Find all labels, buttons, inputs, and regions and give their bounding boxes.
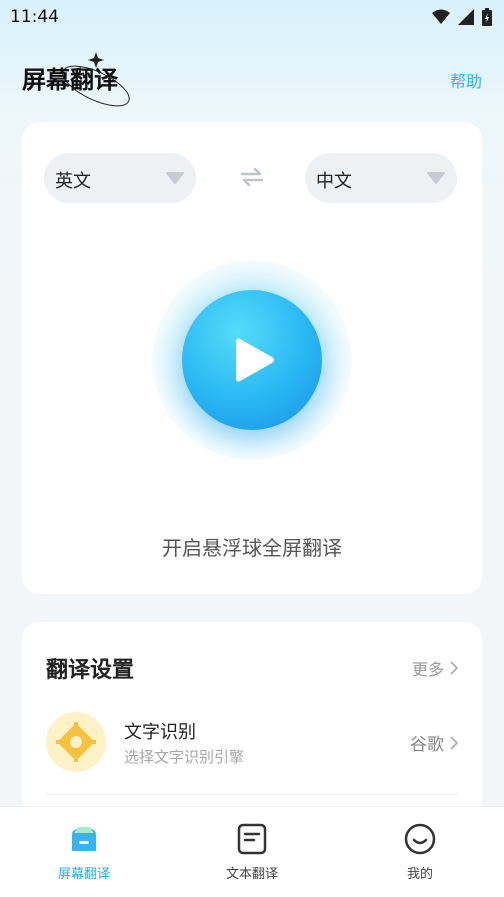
dropdown-caret-icon — [166, 172, 184, 184]
source-language-label: 英文 — [55, 171, 91, 192]
nav-label: 屏幕翻译 — [57, 867, 110, 882]
play-caption: 开启悬浮球全屏翻译 — [162, 536, 342, 560]
nav-text-translate[interactable]: 文本翻译 — [192, 823, 312, 882]
swap-languages-icon[interactable] — [241, 168, 263, 186]
nav-label: 我的 — [406, 867, 433, 882]
ocr-engine-label: 谷歌 — [410, 735, 444, 755]
ocr-title: 文字识别 — [124, 722, 196, 743]
chevron-right-icon — [450, 735, 458, 750]
start-floating-ball-button[interactable] — [182, 290, 322, 430]
profile-icon — [404, 823, 436, 855]
dropdown-caret-icon — [427, 172, 445, 184]
target-language-select[interactable]: 中文 — [305, 153, 457, 203]
signal-icon — [458, 9, 474, 25]
ocr-subtitle: 选择文字识别引擎 — [124, 748, 245, 766]
more-label: 更多 — [411, 660, 444, 679]
more-settings-link[interactable]: 更多 — [412, 656, 458, 680]
status-time: 11:44 — [10, 7, 59, 27]
bottom-nav: 屏幕翻译 文本翻译 我的 — [0, 806, 504, 897]
wifi-icon — [432, 9, 450, 24]
ocr-icon-badge — [46, 712, 106, 772]
text-translate-icon — [237, 823, 267, 855]
nav-label: 文本翻译 — [225, 867, 278, 882]
translate-card: 英文 中文 开启悬浮球全屏翻译 — [22, 122, 482, 594]
chevron-right-icon — [450, 661, 458, 675]
app-header: 屏幕翻译 帮助 — [0, 40, 504, 120]
screen-translate-icon — [72, 827, 96, 851]
divider — [46, 794, 458, 795]
settings-title: 翻译设置 — [46, 658, 135, 683]
target-language-label: 中文 — [316, 171, 352, 192]
nav-screen-translate[interactable]: 屏幕翻译 — [24, 823, 144, 882]
page-title: 屏幕翻译 — [22, 66, 118, 94]
ocr-target-icon — [56, 722, 96, 762]
nav-profile[interactable]: 我的 — [360, 823, 480, 882]
ocr-setting-row[interactable]: 文字识别 选择文字识别引擎 谷歌 — [22, 706, 482, 786]
source-language-select[interactable]: 英文 — [44, 153, 196, 203]
battery-icon — [482, 8, 492, 26]
play-icon — [236, 338, 274, 382]
settings-card: 翻译设置 更多 文字识别 选择文字识别引擎 谷歌 — [22, 622, 482, 822]
ocr-engine-value: 谷歌 — [410, 730, 458, 755]
status-bar: 11:44 — [0, 0, 504, 34]
help-link[interactable]: 帮助 — [450, 68, 482, 92]
status-icons — [432, 8, 492, 26]
